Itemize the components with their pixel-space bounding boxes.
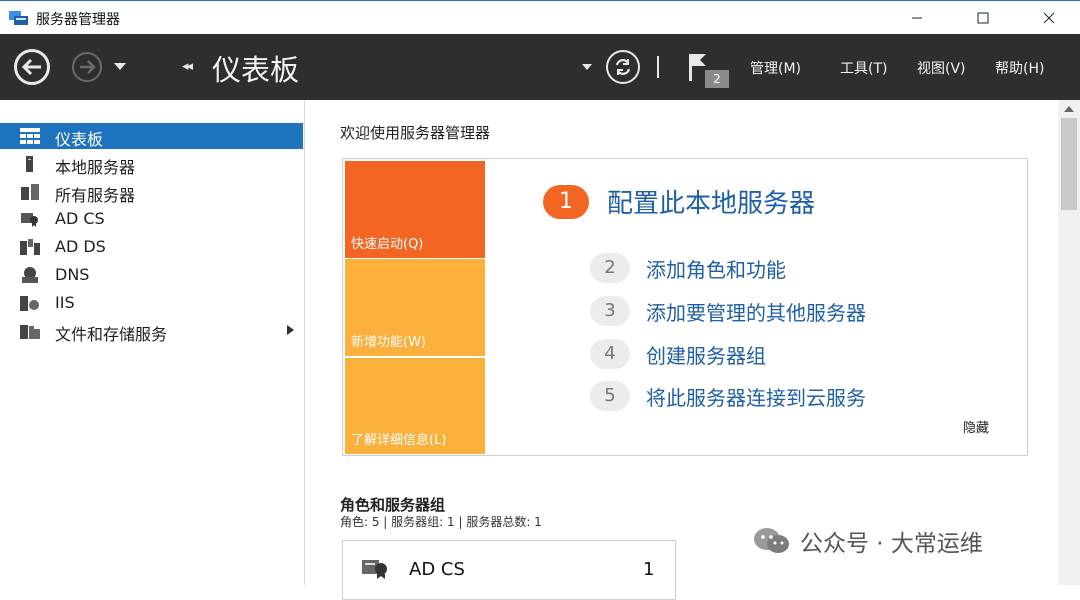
dashboard-icon <box>20 128 40 144</box>
certificate-icon <box>21 213 38 227</box>
step-link: 将此服务器连接到云服务 <box>646 385 866 410</box>
storage-icon <box>20 325 40 339</box>
sidebar-item-label: 所有服务器 <box>55 186 136 205</box>
step-connect-cloud[interactable]: 5 将此服务器连接到云服务 <box>590 381 866 411</box>
menu-view[interactable]: 视图(V) <box>917 58 966 78</box>
wechat-icon <box>754 528 789 553</box>
separator <box>657 56 659 78</box>
role-card-ad-cs[interactable]: AD CS 1 <box>342 540 676 600</box>
sidebar-item-local-server[interactable]: 本地服务器 <box>0 151 303 177</box>
watermark: 公众号 · 大常运维 <box>752 524 983 558</box>
sidebar: 仪表板 本地服务器 所有服务器 AD CS AD DS DNS IIS 文件和存… <box>0 100 305 585</box>
notification-count-badge: 2 <box>705 70 729 88</box>
menu-help[interactable]: 帮助(H) <box>995 58 1044 78</box>
step-add-roles[interactable]: 2 添加角色和功能 <box>590 253 786 283</box>
sidebar-item-label: IIS <box>55 293 75 312</box>
step-link: 配置此本地服务器 <box>607 189 816 219</box>
roles-summary: 角色: 5 | 服务器组: 1 | 服务器总数: 1 <box>340 515 542 529</box>
maximize-button[interactable] <box>960 1 1006 35</box>
directory-icon <box>20 239 40 255</box>
main-content: 欢迎使用服务器管理器 快速启动(Q) 新增功能(W) 了解详细信息(L) 1 配… <box>306 100 1080 600</box>
refresh-icon <box>615 59 631 75</box>
server-manager-icon <box>9 11 28 25</box>
tile-label: 快速启动(Q) <box>351 237 424 252</box>
sidebar-item-dashboard[interactable]: 仪表板 <box>0 123 303 149</box>
breadcrumb-arrows-icon: ◂◂ <box>182 59 193 74</box>
step-number: 3 <box>590 296 630 326</box>
sidebar-item-label: 本地服务器 <box>55 158 136 177</box>
back-button[interactable] <box>14 49 50 85</box>
sidebar-item-label: 文件和存储服务 <box>55 325 168 344</box>
sidebar-item-label: AD CS <box>55 209 105 228</box>
refresh-button[interactable] <box>606 50 640 84</box>
sidebar-item-iis[interactable]: IIS <box>0 290 303 316</box>
sidebar-item-all-servers[interactable]: 所有服务器 <box>0 179 303 205</box>
dns-icon <box>22 267 38 283</box>
welcome-title: 欢迎使用服务器管理器 <box>340 124 491 142</box>
role-count: 1 <box>643 559 655 580</box>
welcome-panel: 快速启动(Q) 新增功能(W) 了解详细信息(L) 1 配置此本地服务器 2 添… <box>342 158 1028 456</box>
history-dropdown-icon[interactable] <box>114 63 126 70</box>
scroll-thumb[interactable] <box>1061 118 1077 210</box>
step-number: 5 <box>590 381 630 411</box>
minimize-button[interactable] <box>894 1 940 35</box>
watermark-text: 公众号 · 大常运维 <box>800 531 983 557</box>
page-title: 仪表板 <box>212 53 300 87</box>
step-number: 4 <box>590 339 630 369</box>
sidebar-item-file-storage[interactable]: 文件和存储服务 <box>0 318 303 344</box>
arrow-left-icon <box>21 58 41 76</box>
step-link: 添加角色和功能 <box>646 257 786 282</box>
scroll-up-icon[interactable] <box>1064 106 1074 112</box>
roles-section-title: 角色和服务器组 <box>340 496 446 514</box>
tile-quick-start[interactable]: 快速启动(Q) <box>345 161 485 258</box>
certificate-icon <box>362 560 387 579</box>
tile-label: 新增功能(W) <box>351 335 426 350</box>
iis-icon <box>20 296 39 311</box>
vertical-scrollbar[interactable] <box>1058 100 1080 585</box>
step-number: 2 <box>590 253 630 283</box>
step-create-server-group[interactable]: 4 创建服务器组 <box>590 339 766 369</box>
chevron-down-icon[interactable] <box>582 64 592 70</box>
server-icon <box>26 156 33 172</box>
sidebar-item-ad-ds[interactable]: AD DS <box>0 234 303 260</box>
tile-label: 了解详细信息(L) <box>351 433 447 448</box>
menu-manage[interactable]: 管理(M) <box>750 58 801 78</box>
close-icon <box>1043 12 1055 24</box>
servers-icon <box>21 184 39 200</box>
hide-link[interactable]: 隐藏 <box>963 417 989 436</box>
step-number: 1 <box>543 184 589 219</box>
sidebar-item-label: 仪表板 <box>55 130 104 149</box>
minimize-icon <box>912 17 922 19</box>
step-add-servers[interactable]: 3 添加要管理的其他服务器 <box>590 296 866 326</box>
title-bar: 服务器管理器 <box>0 0 1080 34</box>
sidebar-item-dns[interactable]: DNS <box>0 262 303 288</box>
step-link: 添加要管理的其他服务器 <box>646 300 866 325</box>
sidebar-item-ad-cs[interactable]: AD CS <box>0 206 303 232</box>
sidebar-item-label: DNS <box>55 265 90 284</box>
tile-whats-new[interactable]: 新增功能(W) <box>345 259 485 356</box>
arrow-right-icon <box>80 60 96 74</box>
close-button[interactable] <box>1026 1 1072 35</box>
maximize-icon <box>977 12 989 24</box>
expand-arrow-icon[interactable] <box>287 325 294 335</box>
step-link: 创建服务器组 <box>646 343 766 368</box>
step-configure-local-server[interactable]: 1 配置此本地服务器 <box>543 183 815 220</box>
tile-learn-more[interactable]: 了解详细信息(L) <box>345 358 485 454</box>
role-name: AD CS <box>409 559 465 580</box>
forward-button[interactable] <box>72 52 102 82</box>
sidebar-item-label: AD DS <box>55 237 106 256</box>
window-title: 服务器管理器 <box>36 12 120 28</box>
header-bar: ◂◂ 仪表板 2 管理(M) 工具(T) 视图(V) 帮助(H) <box>0 34 1080 100</box>
menu-tools[interactable]: 工具(T) <box>840 58 887 78</box>
